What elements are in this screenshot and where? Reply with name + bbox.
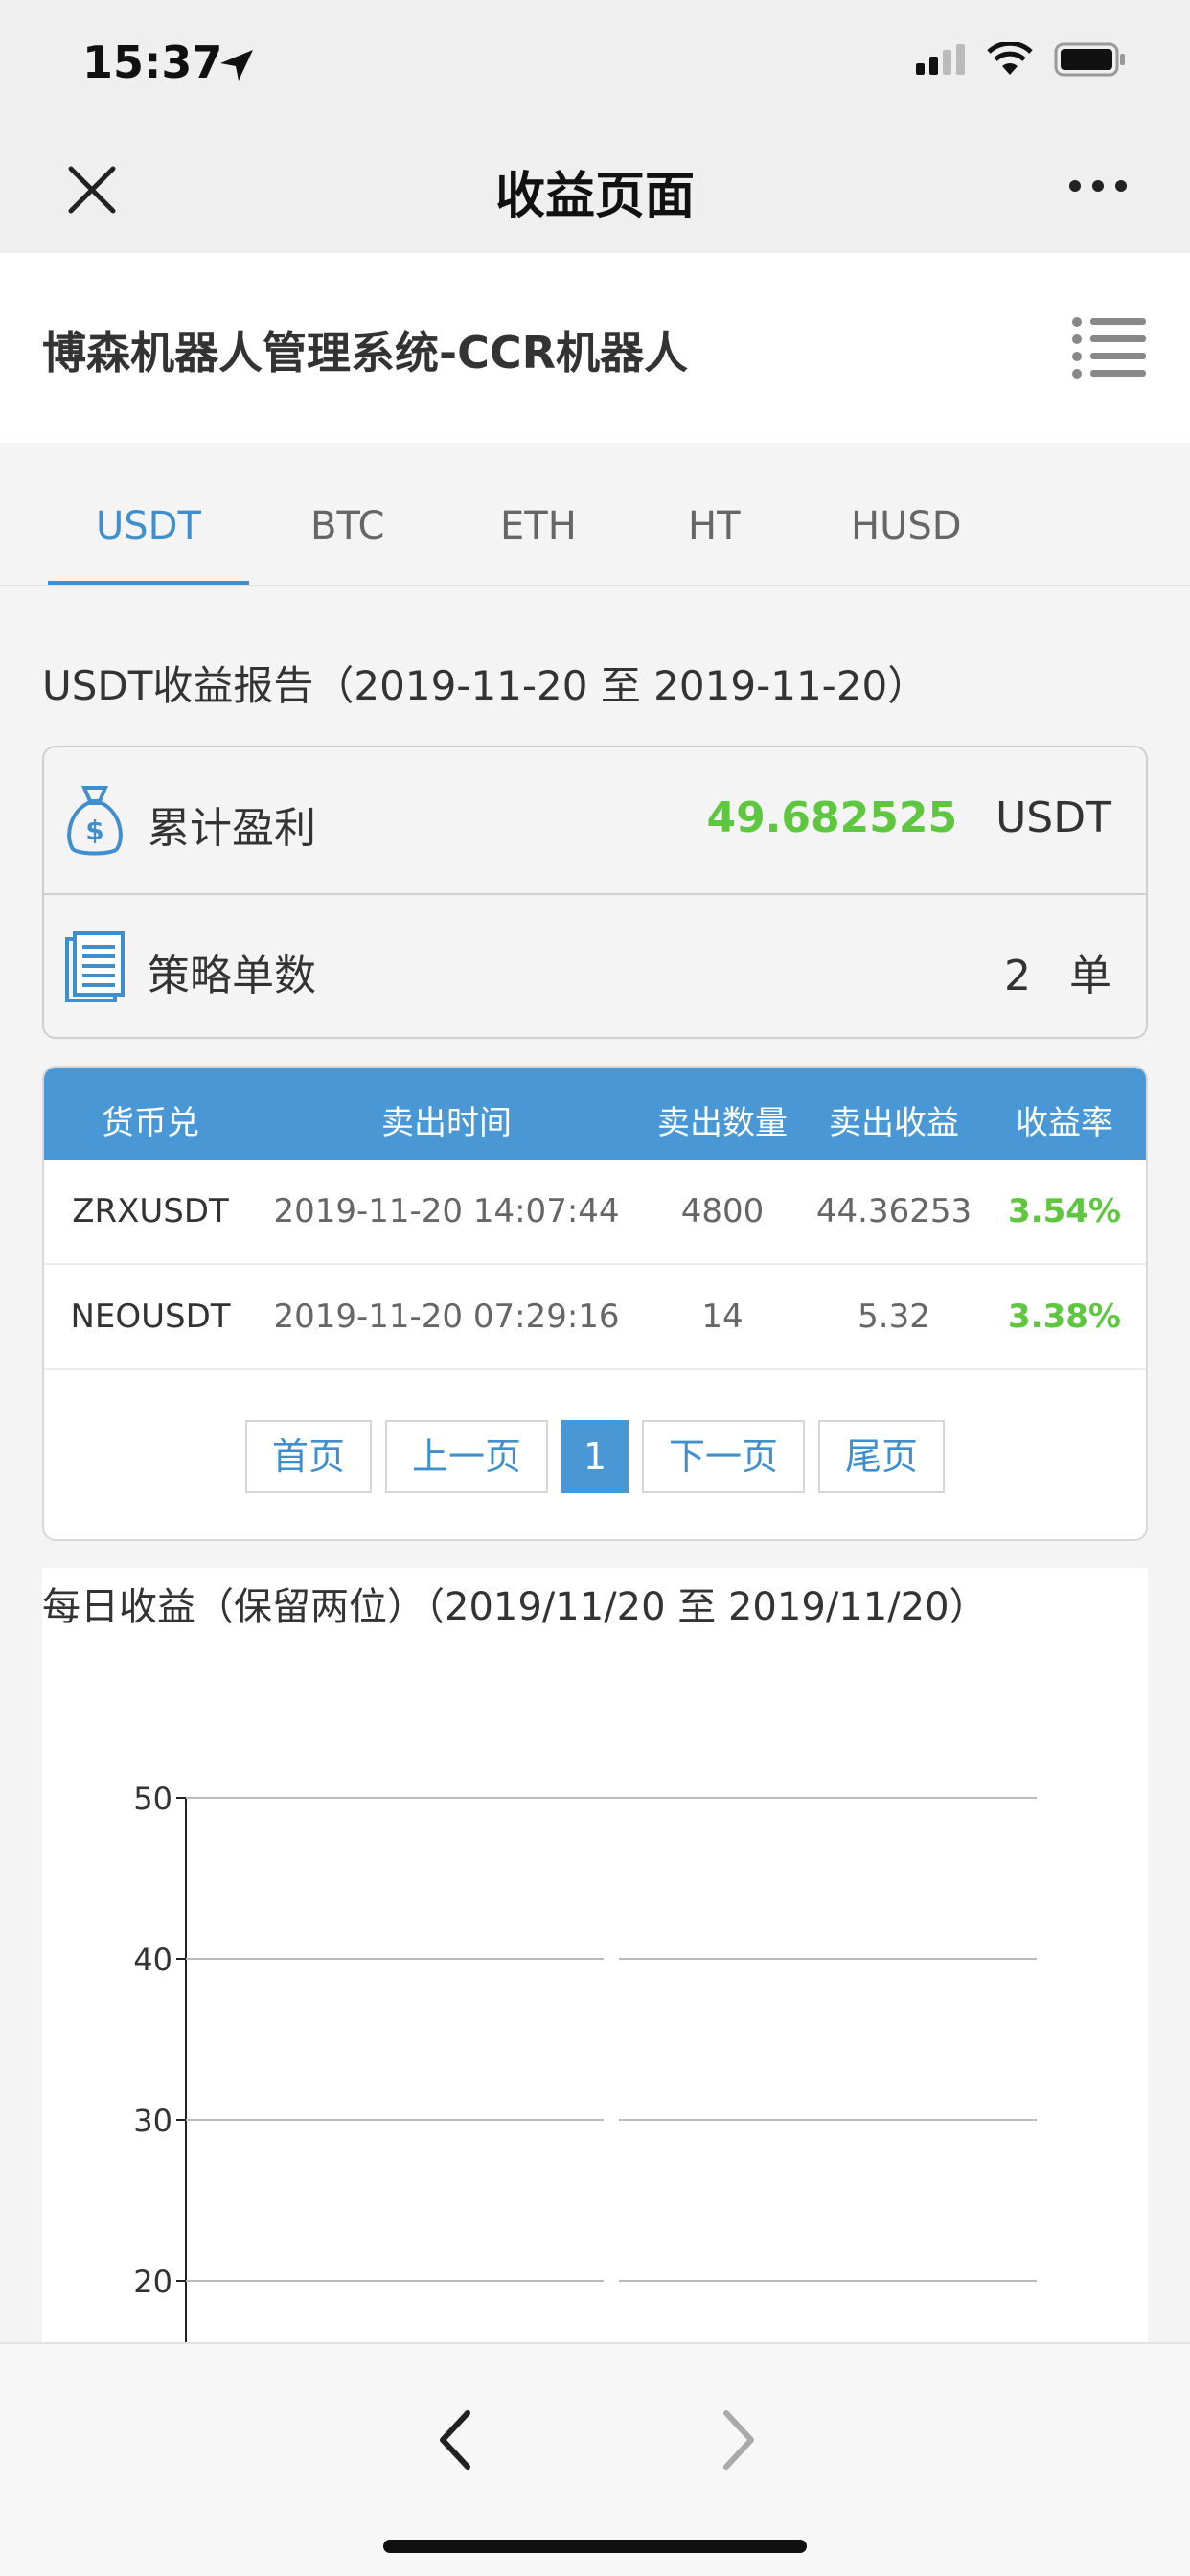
cell-sell-profit: 44.36253	[815, 1192, 973, 1230]
first-page-button[interactable]: 首页	[245, 1420, 372, 1493]
orders-value: 2 单	[1004, 941, 1111, 1002]
chart-canvas: 50 40 30 20	[133, 1781, 1037, 2344]
report-title: USDT收益报告（2019-11-20 至 2019-11-20）	[42, 662, 928, 709]
pagination: 首页 上一页 1 下一页 尾页	[44, 1420, 1146, 1493]
app-title: 博森机器人管理系统-CCR机器人	[42, 327, 689, 379]
chart-title: 每日收益（保留两位）（2019/11/20 至 2019/11/20）	[42, 1585, 988, 1629]
orders-unit: 单	[1069, 952, 1111, 1000]
tab-husd[interactable]: HUSD	[851, 504, 962, 548]
active-tab-indicator	[48, 581, 249, 585]
location-arrow-icon	[220, 50, 253, 80]
y-tick-label: 50	[133, 1781, 172, 1817]
currency-tabs: USDT BTC ETH HT HUSD	[0, 458, 1190, 586]
next-page-button[interactable]: 下一页	[642, 1420, 805, 1493]
orders-label: 策略单数	[148, 952, 316, 1000]
cell-sell-time: 2019-11-20 14:07:44	[273, 1192, 620, 1230]
tab-usdt[interactable]: USDT	[96, 504, 201, 548]
nav-title: 收益页面	[494, 168, 695, 225]
header-sell-qty: 卖出数量	[657, 1104, 788, 1142]
cell-sell-time: 2019-11-20 07:29:16	[273, 1298, 620, 1336]
header-sell-time: 卖出时间	[381, 1104, 512, 1142]
back-arrow-icon[interactable]	[427, 2402, 485, 2478]
menu-list-icon[interactable]	[1071, 314, 1148, 381]
table-row: NEOUSDT 2019-11-20 07:29:16 14 5.32 3.38…	[44, 1265, 1146, 1370]
svg-text:$: $	[85, 815, 103, 846]
daily-profit-chart: 50 40 30 20 每日收益（保留两位）（2019/11/20 至 2019/11…	[42, 1568, 1148, 2344]
cell-pair: ZRXUSDT	[72, 1192, 229, 1230]
prev-page-button[interactable]: 上一页	[385, 1420, 548, 1493]
forward-arrow-icon[interactable]	[709, 2402, 767, 2478]
table-header: 货币兑 卖出时间 卖出数量 卖出收益 收益率	[44, 1068, 1146, 1160]
bottom-toolbar	[0, 2342, 1190, 2576]
document-icon	[65, 932, 125, 1002]
cell-sell-qty: 14	[701, 1298, 744, 1336]
table-row: ZRXUSDT 2019-11-20 14:07:44 4800 44.3625…	[44, 1160, 1146, 1265]
tab-btc[interactable]: BTC	[310, 504, 384, 548]
battery-icon	[1054, 42, 1125, 77]
money-bag-icon: $	[67, 786, 123, 856]
navigation-bar: 收益页面	[0, 126, 1190, 253]
more-icon[interactable]	[1069, 180, 1127, 192]
profit-label: 累计盈利	[148, 804, 316, 853]
status-bar: 15:37	[0, 0, 1190, 126]
summary-box: $ 累计盈利 49.682525 USDT 策略单数 2 单	[42, 746, 1148, 1039]
profit-value: 49.682525 USDT	[706, 794, 1111, 842]
app-header: 博森机器人管理系统-CCR机器人	[0, 253, 1190, 443]
profit-unit: USDT	[995, 794, 1111, 842]
orders-row: 策略单数 2 单	[44, 893, 1146, 1039]
status-time: 15:37	[82, 36, 223, 88]
profit-amount: 49.682525	[706, 794, 958, 842]
cell-rate: 3.54%	[1008, 1192, 1121, 1230]
cell-sell-profit: 5.32	[858, 1298, 930, 1336]
y-tick-label: 40	[133, 1942, 172, 1978]
tab-ht[interactable]: HT	[688, 504, 741, 548]
status-icons	[916, 42, 1127, 77]
cell-sell-qty: 4800	[680, 1192, 765, 1230]
header-sell-profit: 卖出收益	[829, 1104, 959, 1142]
tab-eth[interactable]: ETH	[500, 504, 577, 548]
page-1-button[interactable]: 1	[561, 1420, 629, 1493]
header-rate: 收益率	[1016, 1104, 1113, 1142]
orders-count: 2	[1004, 952, 1031, 1000]
profit-row: $ 累计盈利 49.682525 USDT	[44, 748, 1146, 893]
trade-table: 货币兑 卖出时间 卖出数量 卖出收益 收益率 ZRXUSDT 2019-11-2…	[42, 1066, 1148, 1541]
cellular-signal-icon	[916, 44, 965, 75]
wifi-icon	[987, 42, 1033, 75]
cell-rate: 3.38%	[1008, 1298, 1121, 1336]
y-tick-label: 20	[133, 2264, 172, 2300]
home-indicator	[383, 2540, 807, 2553]
header-pair: 货币兑	[102, 1104, 199, 1142]
y-tick-label: 30	[133, 2103, 172, 2139]
last-page-button[interactable]: 尾页	[818, 1420, 945, 1493]
cell-pair: NEOUSDT	[70, 1298, 231, 1336]
